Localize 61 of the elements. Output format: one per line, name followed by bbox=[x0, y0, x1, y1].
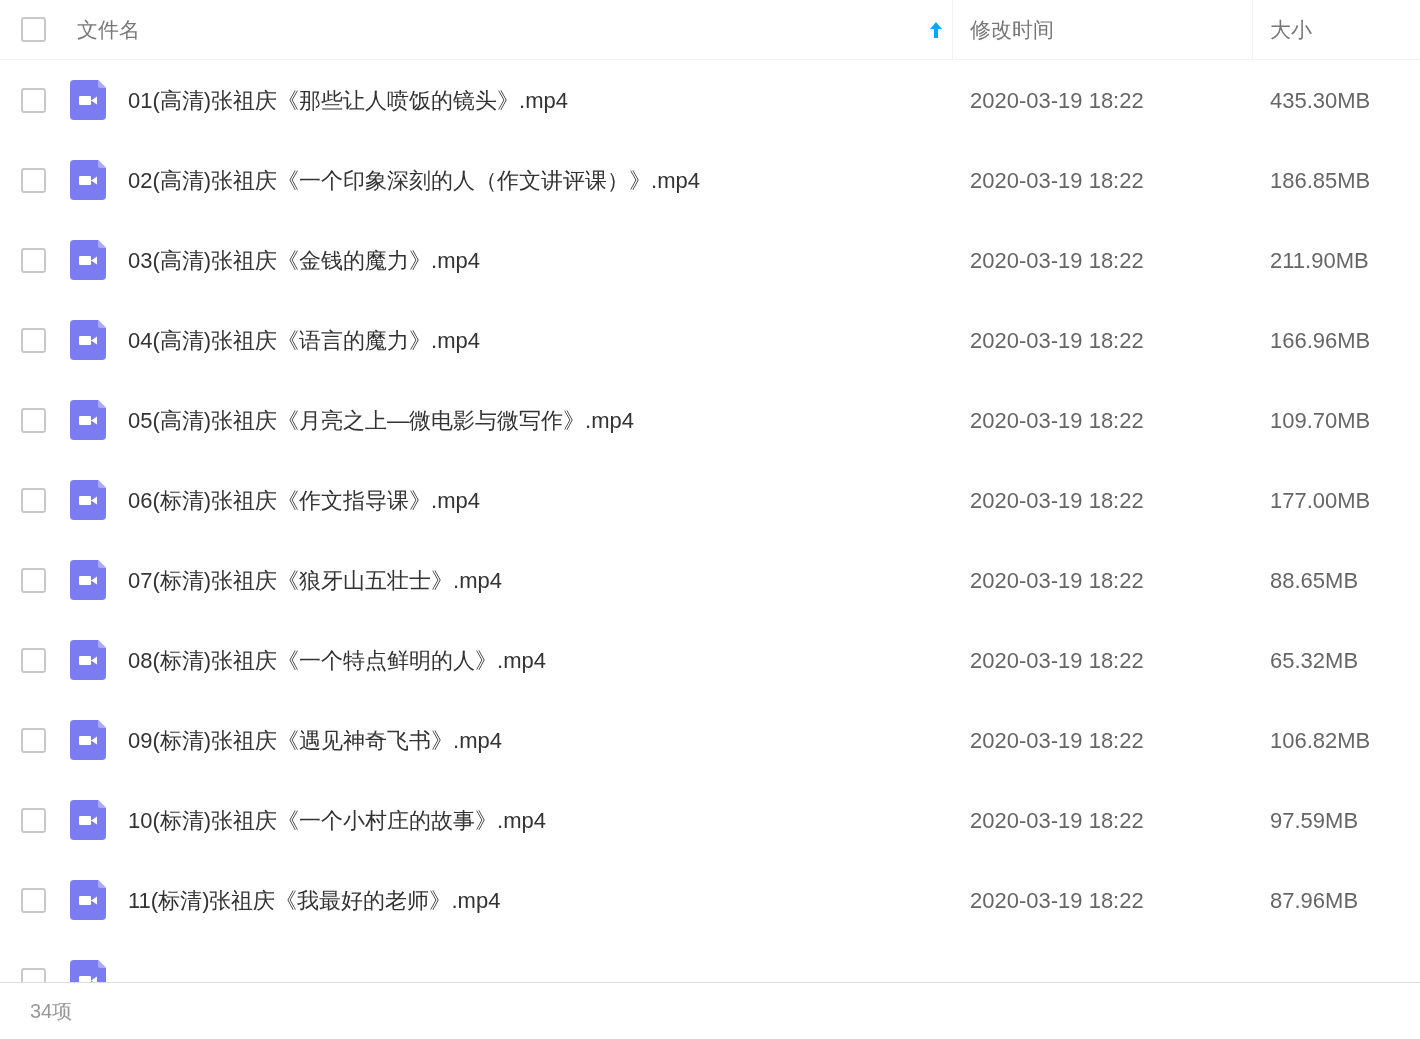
modified-time: 2020-03-19 18:22 bbox=[969, 246, 1145, 275]
file-size: 87.96MB bbox=[1269, 886, 1359, 915]
column-header[interactable]: 文件名 bbox=[77, 13, 930, 46]
video-file-icon bbox=[70, 240, 106, 280]
checkbox[interactable] bbox=[21, 727, 46, 753]
file-name[interactable]: 09(标清)张祖庆《遇见神奇飞书》.mp4 bbox=[128, 723, 503, 757]
checkbox[interactable] bbox=[21, 887, 46, 913]
file-name[interactable]: 04(高清)张祖庆《语言的魔力》.mp4 bbox=[128, 323, 481, 357]
video-file-icon bbox=[70, 320, 106, 360]
file-size: 88.65MB bbox=[1269, 566, 1359, 595]
video-file-icon bbox=[70, 560, 106, 600]
file-name[interactable]: 07(标清)张祖庆《狼牙山五壮士》.mp4 bbox=[128, 563, 503, 597]
file-size: 211.90MB bbox=[1269, 246, 1369, 275]
checkbox[interactable] bbox=[21, 17, 46, 42]
video-file-icon bbox=[70, 640, 106, 680]
modified-time: 2020-03-19 18:22 bbox=[969, 486, 1145, 515]
sort-ascending-icon[interactable] bbox=[930, 21, 942, 38]
column-header[interactable]: 大小 bbox=[1270, 13, 1410, 46]
file-name[interactable]: 06(标清)张祖庆《作文指导课》.mp4 bbox=[128, 483, 481, 517]
file-name[interactable]: 01(高清)张祖庆《那些让人喷饭的镜头》.mp4 bbox=[128, 83, 569, 117]
checkbox[interactable] bbox=[21, 487, 46, 513]
file-size: 106.82MB bbox=[1269, 726, 1371, 755]
modified-time: 2020-03-19 18:22 bbox=[969, 86, 1145, 115]
checkbox[interactable] bbox=[21, 247, 46, 273]
video-file-icon bbox=[70, 80, 106, 120]
file-size: 435.30MB bbox=[1269, 86, 1371, 115]
modified-time: 2020-03-19 18:22 bbox=[969, 806, 1145, 835]
file-name[interactable]: 08(标清)张祖庆《一个特点鲜明的人》.mp4 bbox=[128, 643, 547, 677]
video-file-icon bbox=[70, 480, 106, 520]
modified-time: 2020-03-19 18:22 bbox=[969, 566, 1145, 595]
video-file-icon bbox=[70, 800, 106, 840]
modified-time: 2020-03-19 18:22 bbox=[969, 726, 1145, 755]
modified-time: 2020-03-19 18:22 bbox=[969, 646, 1145, 675]
checkbox[interactable] bbox=[21, 407, 46, 433]
file-name[interactable]: 10(标清)张祖庆《一个小村庄的故事》.mp4 bbox=[128, 803, 547, 837]
file-size: 166.96MB bbox=[1269, 326, 1371, 355]
file-name[interactable]: 11(标清)张祖庆《我最好的老师》.mp4 bbox=[128, 883, 501, 917]
checkbox[interactable] bbox=[21, 327, 46, 353]
modified-time: 2020-03-19 18:22 bbox=[969, 166, 1145, 195]
item-count: 34项 bbox=[30, 999, 73, 1024]
file-name[interactable]: 02(高清)张祖庆《一个印象深刻的人（作文讲评课）》.mp4 bbox=[128, 163, 701, 197]
checkbox[interactable] bbox=[21, 567, 46, 593]
checkbox[interactable] bbox=[21, 167, 46, 193]
modified-time: 2020-03-19 18:22 bbox=[969, 326, 1145, 355]
checkbox[interactable] bbox=[21, 87, 46, 113]
file-size: 177.00MB bbox=[1269, 486, 1371, 515]
file-size: 109.70MB bbox=[1269, 406, 1371, 435]
video-file-icon bbox=[70, 720, 106, 760]
video-file-icon bbox=[70, 160, 106, 200]
file-name[interactable]: 03(高清)张祖庆《金钱的魔力》.mp4 bbox=[128, 243, 481, 277]
file-size: 186.85MB bbox=[1269, 166, 1371, 195]
file-size: 65.32MB bbox=[1269, 646, 1359, 675]
file-size: 97.59MB bbox=[1269, 806, 1359, 835]
modified-time: 2020-03-19 18:22 bbox=[969, 886, 1145, 915]
video-file-icon bbox=[70, 880, 106, 920]
modified-time: 2020-03-19 18:22 bbox=[969, 406, 1145, 435]
file-name[interactable]: 05(高清)张祖庆《月亮之上—微电影与微写作》.mp4 bbox=[128, 403, 635, 437]
checkbox[interactable] bbox=[21, 807, 46, 833]
column-header[interactable]: 修改时间 bbox=[970, 13, 1242, 46]
checkbox[interactable] bbox=[21, 647, 46, 673]
video-file-icon bbox=[70, 400, 106, 440]
